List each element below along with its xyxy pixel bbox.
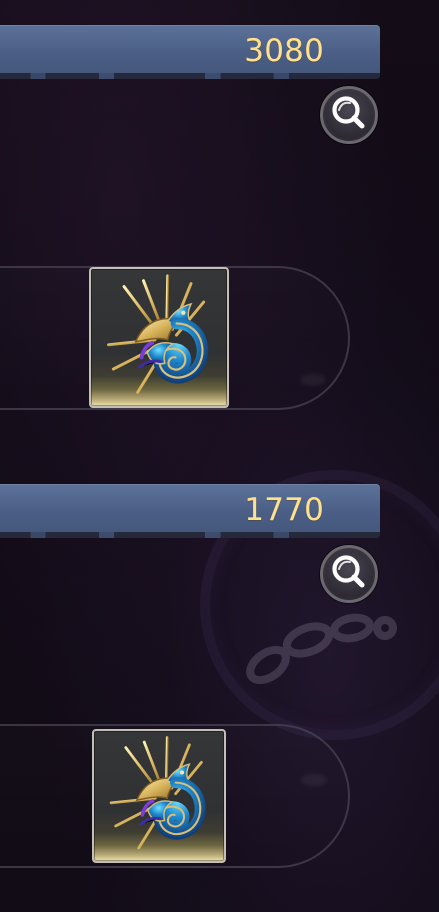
- score-bar-1: 3080: [0, 25, 380, 79]
- search-button-2[interactable]: [320, 545, 378, 603]
- reward-slot-mark-2: [301, 774, 327, 786]
- magnifier-icon: [332, 555, 365, 588]
- score-value-1: 3080: [244, 33, 324, 69]
- search-button-1[interactable]: [320, 86, 378, 144]
- reward-card-2[interactable]: [92, 729, 226, 863]
- background-chain-pattern: [246, 613, 397, 685]
- reward-card-1[interactable]: [89, 267, 229, 408]
- magnifier-icon: [332, 96, 365, 129]
- reward-slot-mark-1: [300, 374, 326, 386]
- sun-dragon-emblem-icon: [109, 736, 206, 850]
- game-screen: 3080 1770: [0, 0, 439, 912]
- score-bar-2: 1770: [0, 484, 380, 538]
- sun-dragon-emblem-icon: [107, 274, 209, 394]
- score-value-2: 1770: [244, 492, 324, 528]
